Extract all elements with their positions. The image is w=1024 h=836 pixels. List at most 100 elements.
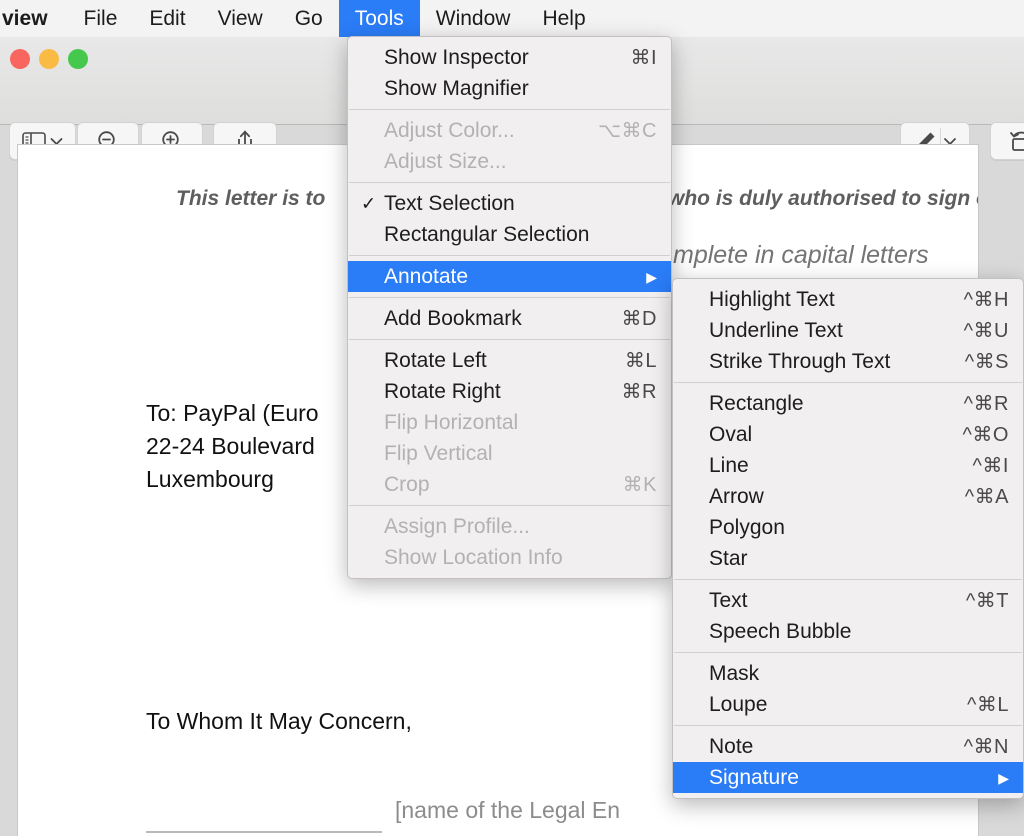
tools-menu-item-crop: Crop ⌘K xyxy=(348,469,671,500)
menu-item-shortcut: ^⌘R xyxy=(963,393,1009,415)
menu-separator xyxy=(349,297,670,298)
tools-menu-item-rotate-right[interactable]: Rotate Right ⌘R xyxy=(348,376,671,407)
menubar-item-go[interactable]: Go xyxy=(279,0,339,37)
annotate-menu-item-note[interactable]: Note ^⌘N xyxy=(673,731,1023,762)
menu-item-label: Show Inspector xyxy=(384,45,529,69)
menubar-item-edit[interactable]: Edit xyxy=(133,0,201,37)
menu-item-label: Show Magnifier xyxy=(384,76,529,100)
tools-menu-item-add-bookmark[interactable]: Add Bookmark ⌘D xyxy=(348,303,671,334)
annotate-menu-item-text[interactable]: Text ^⌘T xyxy=(673,585,1023,616)
rotate-button[interactable] xyxy=(990,122,1024,160)
annotate-menu-item-strike-through-text[interactable]: Strike Through Text ^⌘S xyxy=(673,346,1023,377)
minimize-window-icon[interactable] xyxy=(39,49,59,69)
doc-salutation: To Whom It May Concern, xyxy=(146,708,412,734)
menu-item-shortcut: ^⌘I xyxy=(972,455,1009,477)
menu-separator xyxy=(349,339,670,340)
tools-menu-item-assign-profile: Assign Profile... xyxy=(348,511,671,542)
menu-item-label: Highlight Text xyxy=(709,287,835,311)
menu-item-label: Rotate Left xyxy=(384,348,487,372)
doc-header-line-left: This letter is to xyxy=(176,187,326,210)
menu-item-shortcut: ^⌘H xyxy=(963,289,1009,311)
tools-menu-item-show-magnifier[interactable]: Show Magnifier xyxy=(348,73,671,104)
menu-item-shortcut: ^⌘S xyxy=(964,351,1009,373)
tools-menu-item-flip-vertical: Flip Vertical xyxy=(348,438,671,469)
tools-menu-item-show-location-info: Show Location Info xyxy=(348,542,671,573)
menu-item-shortcut: ^⌘T xyxy=(965,590,1009,612)
menu-item-label: Adjust Size... xyxy=(384,149,507,173)
tools-menu-item-show-inspector[interactable]: Show Inspector ⌘I xyxy=(348,42,671,73)
tools-menu-item-rectangular-selection[interactable]: Rectangular Selection xyxy=(348,219,671,250)
doc-bracket-placeholder: [name of the Legal En xyxy=(395,797,621,823)
menu-item-label: Text xyxy=(709,588,748,612)
menu-item-label: Annotate xyxy=(384,264,469,288)
menu-item-label: Show Location Info xyxy=(384,545,563,569)
menu-item-label: Line xyxy=(709,453,749,477)
menu-item-label: Polygon xyxy=(709,515,785,539)
menu-item-label: Text Selection xyxy=(384,191,515,215)
macos-menu-bar: view File Edit View Go Tools Window Help xyxy=(0,0,1024,37)
menu-item-label: Adjust Color... xyxy=(384,118,515,142)
menu-item-shortcut: ^⌘L xyxy=(966,694,1009,716)
menubar-item-help[interactable]: Help xyxy=(526,0,601,37)
menu-separator xyxy=(349,109,670,110)
menubar-item-file[interactable]: File xyxy=(68,0,134,37)
doc-header-line-right: who is duly authorised to sign o xyxy=(668,187,978,210)
menu-item-label: Signature xyxy=(709,765,799,789)
annotate-menu-item-mask[interactable]: Mask xyxy=(673,658,1023,689)
annotate-menu-item-line[interactable]: Line ^⌘I xyxy=(673,450,1023,481)
annotate-menu-item-rectangle[interactable]: Rectangle ^⌘R xyxy=(673,388,1023,419)
menu-item-label: Crop xyxy=(384,472,430,496)
menubar-item-window[interactable]: Window xyxy=(420,0,527,37)
menu-item-label: Rectangular Selection xyxy=(384,222,590,246)
traffic-light-group xyxy=(10,49,88,69)
annotate-menu-item-arrow[interactable]: Arrow ^⌘A xyxy=(673,481,1023,512)
rotate-left-icon xyxy=(1008,129,1024,154)
menu-item-shortcut: ^⌘A xyxy=(964,486,1009,508)
preview-app-window: a.pdf (1 page) — Edited ⌄ xyxy=(0,0,1024,836)
tools-menu-item-rotate-left[interactable]: Rotate Left ⌘L xyxy=(348,345,671,376)
menu-item-shortcut: ⌥⌘C xyxy=(598,120,657,142)
menu-item-label: Add Bookmark xyxy=(384,306,522,330)
tools-menu-item-annotate[interactable]: Annotate ▶ xyxy=(348,261,671,292)
menu-separator xyxy=(349,505,670,506)
doc-blank-underline-rule xyxy=(146,831,382,833)
doc-subheader-line: mplete in capital letters xyxy=(673,241,929,269)
menu-separator xyxy=(349,255,670,256)
submenu-arrow-icon: ▶ xyxy=(646,268,657,285)
menu-item-shortcut: ^⌘U xyxy=(963,320,1009,342)
annotate-menu-item-speech-bubble[interactable]: Speech Bubble xyxy=(673,616,1023,647)
menu-separator xyxy=(674,725,1022,726)
menu-item-label: Loupe xyxy=(709,692,768,716)
menu-item-label: Assign Profile... xyxy=(384,514,530,538)
annotate-menu-item-polygon[interactable]: Polygon xyxy=(673,512,1023,543)
annotate-menu-item-star[interactable]: Star xyxy=(673,543,1023,574)
tools-dropdown-menu: Show Inspector ⌘I Show Magnifier Adjust Col… xyxy=(347,36,672,579)
annotate-menu-item-signature[interactable]: Signature ▶ xyxy=(673,762,1023,793)
menu-item-label: Flip Horizontal xyxy=(384,410,519,434)
checkmark-icon: ✓ xyxy=(361,193,377,213)
menu-item-label: Speech Bubble xyxy=(709,619,852,643)
tools-menu-item-text-selection[interactable]: ✓ Text Selection xyxy=(348,188,671,219)
menubar-item-view[interactable]: View xyxy=(202,0,279,37)
menu-item-label: Rotate Right xyxy=(384,379,501,403)
maximize-window-icon[interactable] xyxy=(68,49,88,69)
menu-item-label: Flip Vertical xyxy=(384,441,493,465)
tools-menu-item-flip-horizontal: Flip Horizontal xyxy=(348,407,671,438)
doc-address-line-2: 22-24 Boulevard xyxy=(146,433,315,459)
close-window-icon[interactable] xyxy=(10,49,30,69)
menu-item-label: Strike Through Text xyxy=(709,349,891,373)
annotate-menu-item-loupe[interactable]: Loupe ^⌘L xyxy=(673,689,1023,720)
menu-separator xyxy=(674,652,1022,653)
menu-item-label: Note xyxy=(709,734,754,758)
annotate-menu-item-oval[interactable]: Oval ^⌘O xyxy=(673,419,1023,450)
tools-menu-item-adjust-color: Adjust Color... ⌥⌘C xyxy=(348,115,671,146)
doc-address-line-1: To: PayPal (Euro xyxy=(146,400,319,426)
annotate-submenu: Highlight Text ^⌘H Underline Text ^⌘U Strike… xyxy=(672,278,1024,799)
annotate-menu-item-underline-text[interactable]: Underline Text ^⌘U xyxy=(673,315,1023,346)
menu-separator xyxy=(349,182,670,183)
menu-item-label: Star xyxy=(709,546,748,570)
submenu-arrow-icon: ▶ xyxy=(998,769,1009,786)
menubar-item-preview[interactable]: view xyxy=(0,0,68,37)
menubar-item-tools[interactable]: Tools xyxy=(338,0,420,37)
annotate-menu-item-highlight-text[interactable]: Highlight Text ^⌘H xyxy=(673,284,1023,315)
